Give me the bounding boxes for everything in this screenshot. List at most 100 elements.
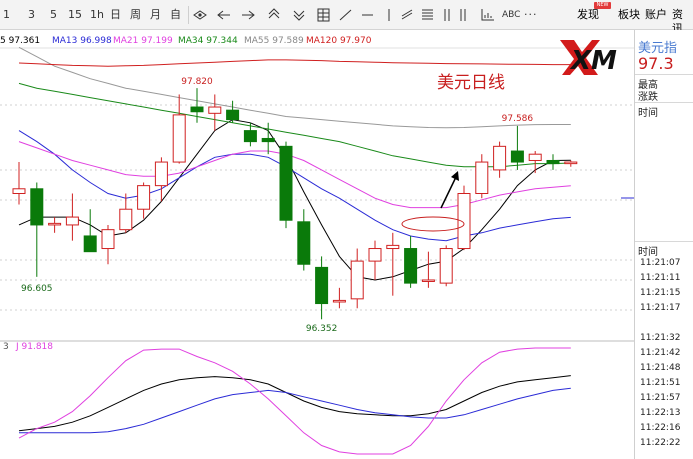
candle-body (243, 130, 257, 143)
candle-body (137, 185, 151, 210)
candle-body (297, 221, 311, 265)
tab-sector[interactable]: 板块 (618, 8, 640, 22)
extreme-price-label: 97.820 (181, 77, 213, 87)
period-custom-button[interactable]: 自 (170, 8, 181, 22)
fib-icon[interactable] (422, 9, 433, 20)
abc-button[interactable]: ABC (502, 8, 520, 22)
candle-body (350, 260, 364, 300)
candle-body (475, 161, 489, 195)
quote-change-label: 涨跌 (638, 92, 658, 103)
period-15-button[interactable]: 15 (68, 8, 82, 22)
candle-body (279, 145, 293, 221)
period-3-button[interactable]: 3 (28, 8, 35, 22)
tick-time: 11:21:15 (640, 288, 681, 298)
extreme-price-label: 96.605 (21, 284, 53, 294)
time-header: 时间 (638, 247, 658, 258)
zoom-in-icon[interactable] (268, 8, 280, 19)
ma-legend-item: MA13 96.998 (52, 36, 112, 46)
candle-body (83, 235, 97, 253)
candle-body (261, 137, 275, 143)
candle-body (315, 266, 329, 305)
candle-body (226, 109, 240, 121)
candle-body (404, 248, 418, 284)
candle-body (65, 216, 79, 226)
extreme-price-label: 97.586 (502, 114, 534, 124)
highlight-ellipse (401, 216, 465, 232)
price-chart[interactable]: 97.820 97.586 96.605 96.352 3 J 91.818 5 97.… (0, 30, 634, 459)
period-1-button[interactable]: 1 (3, 8, 10, 22)
time-header: 时间 (638, 108, 658, 119)
tick-time: 11:21:51 (640, 378, 681, 388)
bar-icon[interactable] (460, 9, 466, 21)
zoom-out-icon[interactable] (293, 10, 305, 21)
tick-time: 11:21:48 (640, 363, 681, 373)
tick-time: 11:21:17 (640, 303, 681, 313)
ma34-line (18, 82, 571, 168)
bar-icon[interactable] (444, 9, 450, 21)
tick-time: 11:21:32 (640, 333, 681, 343)
tick-time: 11:22:16 (640, 423, 681, 433)
ma-legend-item: 5 97.361 (0, 36, 40, 46)
candle-body (332, 299, 346, 303)
xm-logo: XM (560, 40, 617, 76)
candle-body (564, 161, 578, 165)
tick-time: 11:21:07 (640, 258, 681, 268)
toolbar: 1 3 5 15 1h 日 周 月 自 ABC ··· 发现 NEW 板块 账户… (0, 0, 693, 35)
kdj-j-line (18, 347, 571, 455)
candle-body (190, 106, 204, 113)
tab-account[interactable]: 账户 (645, 8, 667, 22)
eye-icon[interactable] (193, 10, 207, 20)
tick-time: 11:22:13 (640, 408, 681, 418)
period-day-button[interactable]: 日 (110, 8, 121, 22)
divider (635, 102, 693, 103)
candle-body (457, 193, 471, 250)
candle-body (528, 153, 542, 161)
quote-price: 97.3 (638, 54, 674, 73)
candle-body (12, 188, 26, 195)
divider (635, 241, 693, 242)
ma-legend-item: MA55 97.589 (244, 36, 304, 46)
trend-arrow (440, 176, 457, 209)
more-button[interactable]: ··· (524, 8, 538, 22)
tick-time: 11:21:11 (640, 273, 681, 283)
channel-icon[interactable] (401, 9, 413, 20)
grid-icon[interactable] (317, 8, 330, 22)
period-1h-button[interactable]: 1h (90, 8, 104, 22)
candle-body (386, 244, 400, 250)
candle-body (368, 248, 382, 262)
ma-legend-item: MA120 97.970 (306, 36, 372, 46)
tick-time: 11:21:57 (640, 393, 681, 403)
tab-discover[interactable]: 发现 (577, 8, 599, 22)
logo-text: XM (569, 46, 617, 76)
ma-legend: 5 97.361 MA13 96.998 MA21 97.199 MA34 97.34… (0, 36, 372, 46)
quote-panel: 美元指 97.3 最高 涨跌 时间 时间 11:21:07 11:21:11 1… (634, 30, 693, 459)
extreme-price-label: 96.352 (306, 324, 338, 334)
arrow-right-icon[interactable] (242, 10, 255, 20)
tick-time: 11:22:22 (640, 438, 681, 448)
new-badge: NEW (594, 2, 611, 9)
tick-time: 11:21:42 (640, 348, 681, 358)
chart-icon[interactable] (481, 9, 494, 21)
chart-title: 美元日线 (437, 73, 505, 93)
kdj-legend-label: J 91.818 (15, 342, 53, 352)
divider (635, 74, 693, 75)
candle-body (546, 159, 560, 165)
candle-body (101, 229, 115, 250)
candles (12, 88, 578, 320)
candle-body (30, 188, 44, 226)
period-5-button[interactable]: 5 (50, 8, 57, 22)
candle-body (208, 106, 222, 114)
candle-body (172, 114, 186, 163)
arrow-left-icon[interactable] (217, 10, 230, 20)
line-tool-icon[interactable] (339, 9, 352, 21)
period-month-button[interactable]: 月 (150, 8, 161, 22)
ma-legend-item: MA34 97.344 (178, 36, 238, 46)
app-window: 1 3 5 15 1h 日 周 月 自 ABC ··· 发现 NEW 板块 账户… (0, 0, 693, 459)
candle-body (510, 150, 524, 163)
candle-body (154, 161, 168, 187)
period-week-button[interactable]: 周 (130, 8, 141, 22)
candle-body (119, 208, 133, 231)
kdj-prefix: 3 (3, 342, 9, 352)
candle-body (48, 222, 62, 226)
candle-body (439, 248, 453, 284)
